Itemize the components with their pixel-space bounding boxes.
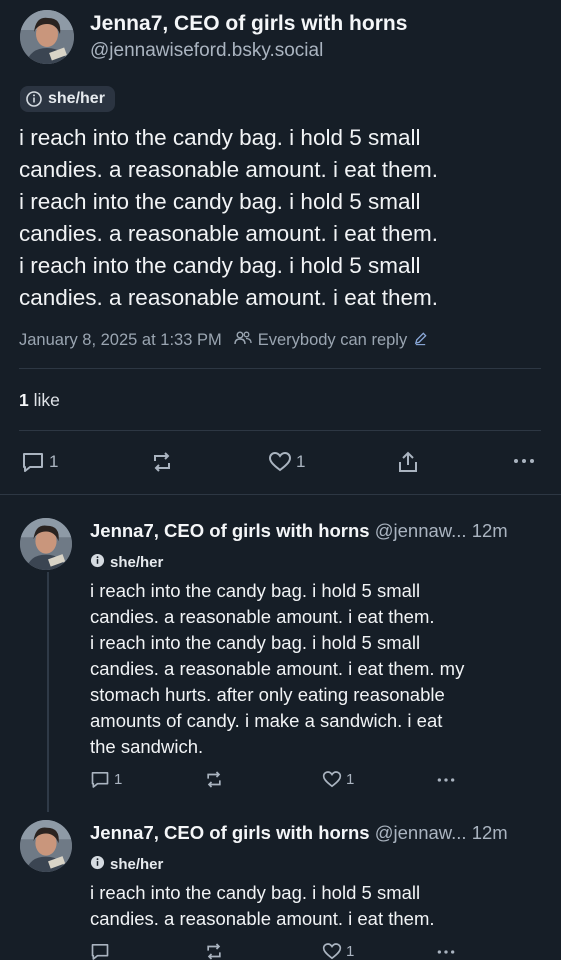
post-text-line: candies. a reasonable amount. i eat them… — [90, 658, 465, 679]
divider — [19, 368, 541, 369]
repost-button[interactable] — [204, 770, 224, 789]
avatar[interactable] — [20, 820, 72, 872]
post-text-line: candies. a reasonable amount. i eat them… — [19, 221, 439, 246]
avatar[interactable] — [20, 10, 74, 64]
post-text: i reach into the candy bag. i hold 5 sma… — [90, 880, 550, 932]
author-handle[interactable]: @jennaw... — [375, 520, 467, 541]
like-button[interactable]: 1 — [322, 942, 354, 960]
people-icon — [234, 330, 252, 351]
reply-button[interactable]: 1 — [21, 451, 58, 473]
more-dots-icon — [512, 453, 536, 469]
post-age: 12m — [471, 822, 508, 843]
pronoun-badge: she/her — [90, 553, 163, 572]
more-button[interactable] — [436, 945, 456, 959]
pronoun-badge: she/her — [20, 86, 115, 112]
reply-count: 1 — [49, 452, 59, 471]
repost-arrows-icon — [204, 770, 224, 789]
post-text-line: candies. a reasonable amount. i eat them… — [90, 908, 435, 929]
author-handle[interactable]: @jennaw... — [375, 822, 467, 843]
reply-button[interactable]: 1 — [90, 770, 122, 789]
like-count-summary[interactable]: 1 like — [19, 390, 60, 411]
author-name[interactable]: Jenna7, CEO of girls with horns — [90, 520, 370, 541]
post-timestamp: January 8, 2025 at 1:33 PM — [19, 331, 222, 349]
more-button[interactable] — [512, 453, 536, 469]
more-dots-icon — [436, 773, 456, 787]
speech-bubble-icon — [21, 451, 45, 473]
heart-icon — [322, 942, 342, 960]
post-text-line: amounts of candy. i make a sandwich. i e… — [90, 710, 443, 731]
heart-icon — [268, 451, 292, 473]
repost-arrows-icon — [150, 451, 174, 473]
post-text-line: stomach hurts. after only eating reasona… — [90, 684, 445, 705]
pronoun-badge: she/her — [90, 855, 163, 874]
share-upload-icon — [396, 450, 420, 474]
like-button[interactable]: 1 — [322, 770, 354, 789]
reply-header[interactable]: Jenna7, CEO of girls with horns @jennaw.… — [90, 520, 508, 542]
section-divider — [0, 494, 561, 495]
heart-icon — [322, 770, 342, 789]
post-text-line: candies. a reasonable amount. i eat them… — [90, 606, 435, 627]
repost-arrows-icon — [204, 942, 224, 960]
post-text: i reach into the candy bag. i hold 5 sma… — [19, 122, 549, 314]
speech-bubble-icon — [90, 942, 110, 960]
reply-button[interactable] — [90, 942, 114, 960]
post-text-line: i reach into the candy bag. i hold 5 sma… — [19, 253, 421, 278]
post-text-line: i reach into the candy bag. i hold 5 sma… — [19, 189, 421, 214]
post-text-line: candies. a reasonable amount. i eat them… — [19, 285, 439, 310]
pencil-icon[interactable] — [413, 331, 428, 351]
like-count-number: 1 — [19, 390, 29, 410]
like-button[interactable]: 1 — [268, 451, 305, 473]
more-dots-icon — [436, 945, 456, 959]
info-icon — [90, 553, 105, 572]
post-text-line: i reach into the candy bag. i hold 5 sma… — [90, 632, 421, 653]
like-count-label: like — [33, 390, 60, 410]
reply-header[interactable]: Jenna7, CEO of girls with horns @jennaw.… — [90, 822, 508, 844]
post-meta: January 8, 2025 at 1:33 PM Everybody can… — [19, 330, 428, 351]
post-age: 12m — [471, 520, 508, 541]
pronoun-label: she/her — [48, 90, 105, 107]
author-name[interactable]: Jenna7, CEO of girls with horns — [90, 822, 370, 843]
pronoun-label: she/her — [110, 554, 164, 571]
reply-count: 1 — [114, 771, 123, 788]
more-button[interactable] — [436, 773, 456, 787]
share-button[interactable] — [396, 450, 420, 474]
speech-bubble-icon — [90, 770, 110, 789]
like-count: 1 — [346, 771, 355, 788]
info-icon — [26, 91, 42, 107]
post-text: i reach into the candy bag. i hold 5 sma… — [90, 578, 550, 760]
like-count: 1 — [296, 452, 306, 471]
pronoun-label: she/her — [110, 856, 164, 873]
like-count: 1 — [346, 943, 355, 960]
info-icon — [90, 855, 105, 874]
thread-line — [47, 572, 49, 812]
post-text-line: the sandwich. — [90, 736, 204, 757]
post-text-line: candies. a reasonable amount. i eat them… — [19, 157, 439, 182]
post-text-line: i reach into the candy bag. i hold 5 sma… — [90, 580, 421, 601]
divider — [19, 430, 541, 431]
author-name[interactable]: Jenna7, CEO of girls with horns — [90, 12, 407, 36]
avatar[interactable] — [20, 518, 72, 570]
post-text-line: i reach into the candy bag. i hold 5 sma… — [19, 125, 421, 150]
author-handle[interactable]: @jennawiseford.bsky.social — [90, 40, 323, 62]
repost-button[interactable] — [204, 942, 224, 960]
repost-button[interactable] — [150, 451, 174, 473]
reply-setting-label[interactable]: Everybody can reply — [258, 331, 408, 350]
post-text-line: i reach into the candy bag. i hold 5 sma… — [90, 882, 421, 903]
